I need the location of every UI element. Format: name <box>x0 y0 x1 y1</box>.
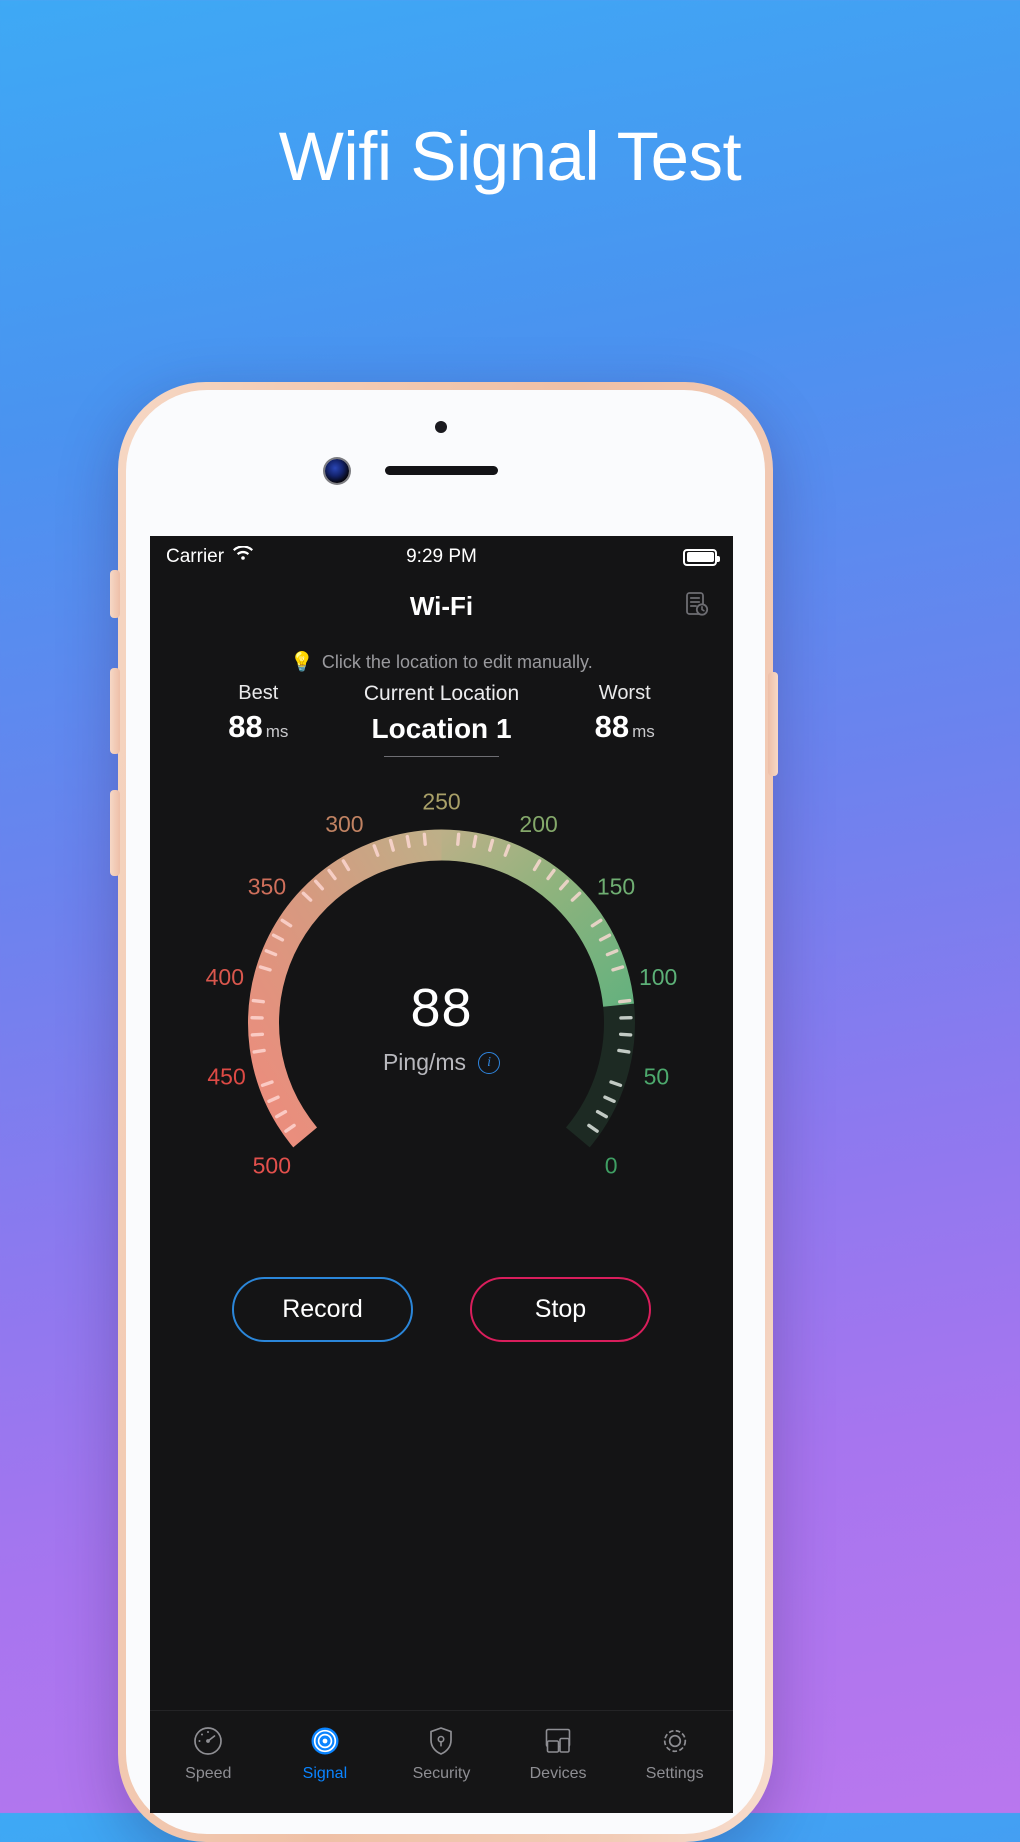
tab-security[interactable]: Security <box>383 1724 500 1783</box>
svg-text:300: 300 <box>325 811 363 837</box>
best-value: 88ms <box>184 709 333 745</box>
proximity-sensor-icon <box>435 421 447 433</box>
nav-title: Wi-Fi <box>410 591 473 622</box>
worst-value: 88ms <box>550 709 699 745</box>
current-location-label: Current Location <box>333 682 551 706</box>
gauge-unit-row: Ping/ms i <box>150 1049 733 1076</box>
svg-text:200: 200 <box>519 811 557 837</box>
best-number: 88 <box>228 709 262 744</box>
worst-unit: ms <box>632 722 655 741</box>
stats-row: Best 88ms Current Location Location 1 Wo… <box>150 674 733 757</box>
gear-icon <box>658 1724 692 1758</box>
tab-devices-label: Devices <box>530 1765 587 1783</box>
tab-bar: Speed Signal Security Devices <box>150 1710 733 1813</box>
best-label: Best <box>184 682 333 705</box>
volume-down-button[interactable] <box>110 790 120 876</box>
location-underline <box>384 756 499 757</box>
worst-stat: Worst 88ms <box>550 682 699 745</box>
stop-button[interactable]: Stop <box>470 1277 651 1342</box>
tab-speed[interactable]: Speed <box>150 1724 267 1783</box>
action-buttons: Record Stop <box>150 1277 733 1342</box>
nav-bar: Wi-Fi <box>150 578 733 634</box>
volume-up-button[interactable] <box>110 668 120 754</box>
status-bar-right <box>683 549 717 566</box>
page-title: Wifi Signal Test <box>0 122 1020 191</box>
carrier-label: Carrier <box>166 546 224 568</box>
signal-wave-icon <box>308 1724 342 1758</box>
edit-location-hint: 💡 Click the location to edit manually. <box>150 650 733 674</box>
status-bar: Carrier 9:29 PM <box>150 536 733 578</box>
gauge-unit-label: Ping/ms <box>383 1049 466 1076</box>
lightbulb-icon: 💡 <box>290 650 314 674</box>
svg-text:350: 350 <box>248 874 286 900</box>
power-button[interactable] <box>768 672 778 776</box>
history-list-icon[interactable] <box>681 589 711 624</box>
record-button[interactable]: Record <box>232 1277 413 1342</box>
worst-label: Worst <box>550 682 699 705</box>
best-stat: Best 88ms <box>184 682 333 745</box>
wifi-icon <box>232 546 254 568</box>
tab-speed-label: Speed <box>185 1765 231 1783</box>
gauge-svg: 050100150200250300350400450500 <box>150 767 733 1187</box>
devices-icon <box>541 1724 575 1758</box>
mute-switch[interactable] <box>110 570 120 618</box>
ping-gauge: 050100150200250300350400450500 88 Ping/m… <box>150 767 733 1187</box>
app-screen: Carrier 9:29 PM Wi-Fi <box>150 536 733 1813</box>
shield-lock-icon <box>424 1724 458 1758</box>
worst-number: 88 <box>595 709 629 744</box>
tab-devices[interactable]: Devices <box>500 1724 617 1783</box>
hint-text: Click the location to edit manually. <box>322 652 593 673</box>
tab-settings[interactable]: Settings <box>616 1724 733 1783</box>
tab-settings-label: Settings <box>646 1765 704 1783</box>
tab-signal[interactable]: Signal <box>267 1724 384 1783</box>
best-unit: ms <box>266 722 289 741</box>
svg-text:500: 500 <box>253 1152 291 1178</box>
earpiece-speaker <box>385 466 498 475</box>
tab-signal-label: Signal <box>303 1765 347 1783</box>
current-location-field[interactable]: Current Location Location 1 <box>333 682 551 757</box>
battery-full-icon <box>683 549 717 566</box>
speedometer-icon <box>191 1724 225 1758</box>
status-bar-left: Carrier <box>166 546 254 568</box>
front-camera-icon <box>325 459 349 483</box>
svg-text:0: 0 <box>605 1152 618 1178</box>
info-circle-icon[interactable]: i <box>478 1052 500 1074</box>
gauge-value: 88 <box>150 981 733 1035</box>
tab-security-label: Security <box>413 1765 471 1783</box>
svg-text:150: 150 <box>597 874 635 900</box>
current-location-value[interactable]: Location 1 <box>333 713 551 745</box>
svg-text:250: 250 <box>422 789 460 815</box>
gauge-readout: 88 Ping/ms i <box>150 981 733 1076</box>
